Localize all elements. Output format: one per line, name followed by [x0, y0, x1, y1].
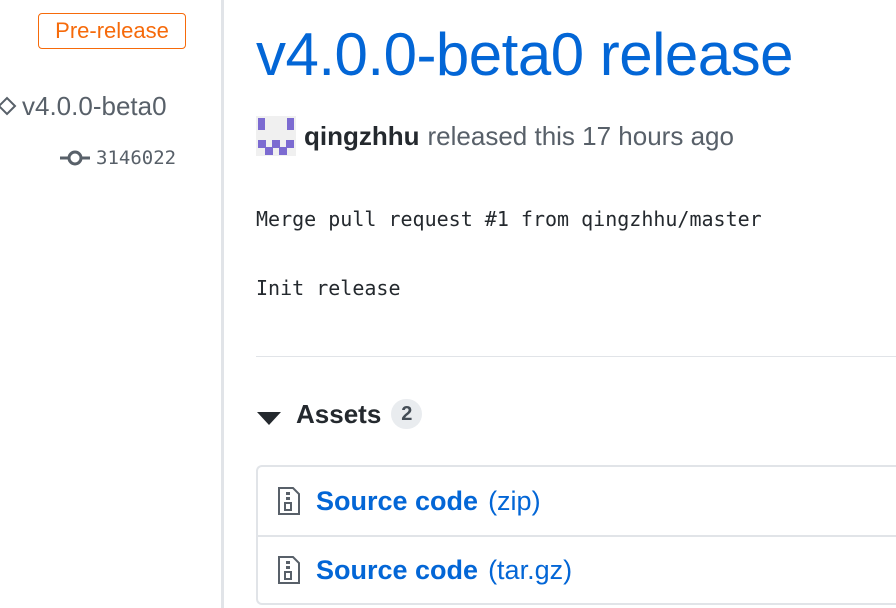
asset-link[interactable]: Source code	[316, 486, 478, 517]
asset-item-targz[interactable]: Source code (tar.gz)	[258, 535, 896, 603]
release-body-line: Init release	[256, 276, 401, 300]
caret-down-icon	[256, 404, 282, 425]
asset-item-zip[interactable]: Source code (zip)	[258, 467, 896, 535]
asset-link[interactable]: Source code	[316, 555, 478, 586]
tag-link[interactable]: v4.0.0-beta0	[0, 88, 167, 124]
release-sidebar: Pre-release v4.0.0-beta0 3146022	[0, 0, 222, 608]
release-title[interactable]: v4.0.0-beta0 release	[256, 20, 794, 89]
avatar[interactable]	[256, 116, 296, 156]
assets-heading: Assets	[296, 398, 382, 429]
tag-name: v4.0.0-beta0	[22, 90, 167, 121]
pre-release-badge: Pre-release	[38, 13, 186, 49]
release-meta: qingzhhu released this 17 hours ago	[256, 116, 734, 156]
commit-sha: 3146022	[96, 147, 177, 169]
file-zip-icon	[276, 555, 302, 585]
commit-icon	[60, 148, 90, 168]
assets-list: Source code (zip) Source code (tar.gz)	[256, 465, 896, 605]
asset-extension[interactable]: (zip)	[488, 486, 541, 517]
sidebar-divider	[221, 0, 224, 608]
author-link[interactable]: qingzhhu	[304, 121, 420, 152]
section-divider	[256, 356, 896, 357]
tag-icon	[0, 93, 18, 119]
file-zip-icon	[276, 486, 302, 516]
assets-count-badge: 2	[391, 399, 423, 429]
released-text: released this 17 hours ago	[427, 120, 734, 151]
commit-link[interactable]: 3146022	[60, 144, 176, 172]
assets-toggle[interactable]: Assets 2	[256, 394, 423, 434]
release-body-line: Merge pull request #1 from qingzhhu/mast…	[256, 207, 762, 231]
asset-extension[interactable]: (tar.gz)	[488, 555, 572, 586]
